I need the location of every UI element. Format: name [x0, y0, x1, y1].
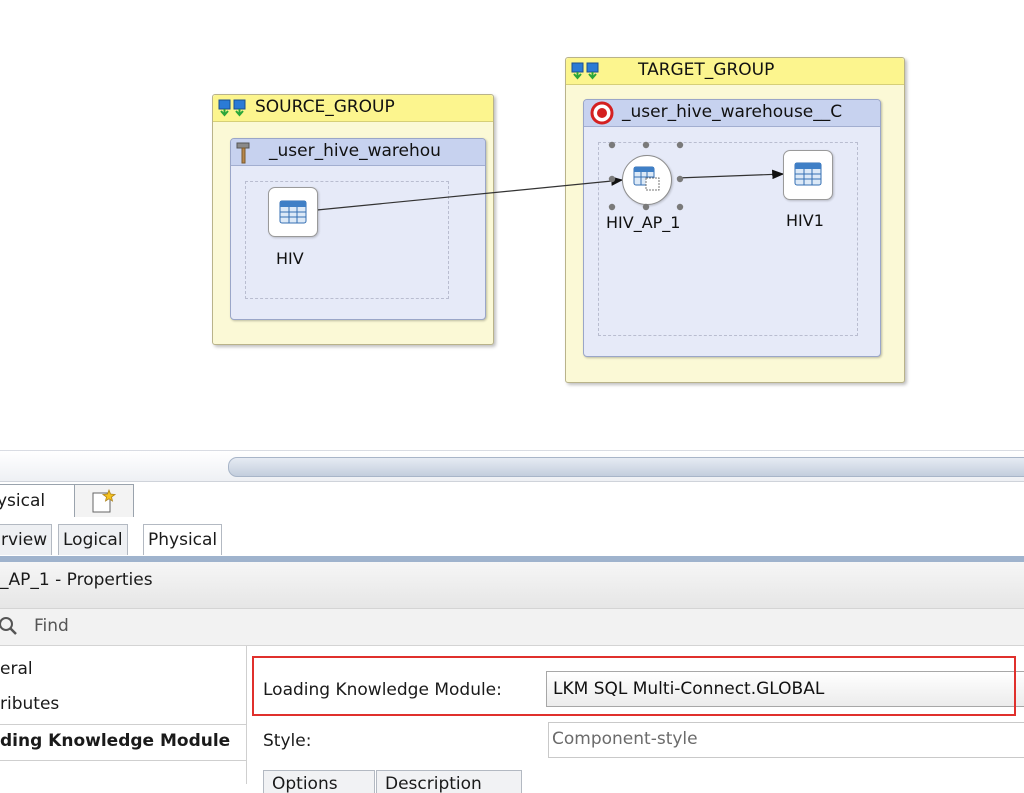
tab-physical[interactable]: Physical — [143, 524, 223, 555]
highlight-box — [252, 656, 1016, 716]
style-value: Component-style — [552, 729, 698, 749]
tab-description[interactable]: Description — [376, 770, 522, 793]
node-hiv-label: HIV — [276, 249, 304, 268]
tab-options[interactable]: Options — [263, 770, 375, 793]
nav-item-loading-knowledge-module[interactable]: ding Knowledge Module — [0, 731, 230, 751]
scrollbar-thumb[interactable] — [228, 457, 1024, 477]
view-tab-bar: rview Logical Physical — [0, 518, 1024, 558]
table-icon — [279, 200, 307, 224]
tab-logical-label: Logical — [63, 530, 123, 550]
node-hiv1[interactable] — [783, 150, 833, 200]
table-icon — [794, 162, 822, 186]
properties-title: _AP_1 - Properties — [0, 570, 153, 590]
node-hiv-ap-1-label: HIV_AP_1 — [606, 213, 681, 232]
tab-new-diagram[interactable] — [74, 484, 134, 517]
connector-hiv-ap-1-to-hiv1 — [676, 169, 785, 180]
new-diagram-icon — [92, 488, 117, 513]
tab-physical-label: Physical — [148, 530, 218, 550]
editor-tab-bar: ysical — [0, 481, 1024, 518]
nav-divider — [0, 724, 246, 725]
nav-item-attributes[interactable]: ributes — [0, 694, 59, 714]
search-icon — [0, 617, 17, 635]
node-hiv[interactable] — [268, 187, 318, 237]
tab-logical[interactable]: Logical — [58, 524, 128, 555]
style-field[interactable]: Component-style — [548, 722, 1024, 758]
connector-lines — [316, 169, 785, 211]
mapping-diagram-canvas[interactable]: SOURCE_GROUP _user_hive_warehou TARGET_G… — [0, 0, 1024, 450]
style-label: Style: — [263, 731, 312, 751]
tab-overview[interactable]: rview — [0, 524, 53, 555]
selection-handles — [608, 141, 684, 211]
horizontal-scrollbar[interactable] — [0, 450, 1024, 481]
tab-physical-editor-label: ysical — [0, 491, 46, 511]
find-bar — [0, 609, 1024, 646]
search-input[interactable] — [34, 613, 994, 639]
connector-hiv-to-hiv-ap-1 — [316, 176, 624, 211]
nav-item-general[interactable]: eral — [0, 659, 33, 679]
node-hiv1-label: HIV1 — [786, 211, 824, 230]
tab-physical-editor[interactable]: ysical — [0, 484, 76, 517]
nav-empty-area — [0, 760, 246, 785]
tab-overview-label: rview — [1, 530, 48, 550]
properties-title-bar: _AP_1 - Properties — [0, 562, 1024, 609]
